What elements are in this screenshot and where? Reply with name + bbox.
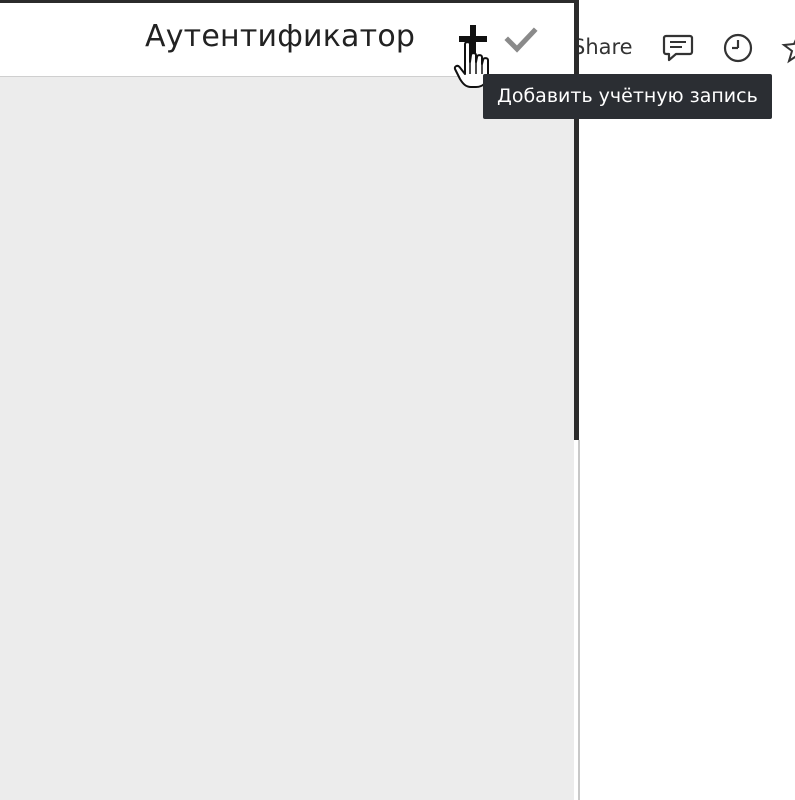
popup-title: Аутентификатор [145, 19, 416, 54]
screen: Share Аутентификатор Добавить учётную за… [0, 0, 795, 800]
popup-border-scrollbar [574, 0, 579, 440]
add-account-button[interactable] [455, 21, 491, 57]
divider [578, 440, 580, 800]
checkmark-icon [504, 27, 538, 53]
share-button[interactable]: Share [572, 35, 633, 59]
history-icon[interactable] [720, 30, 756, 66]
authenticator-popup: Аутентификатор [0, 0, 574, 800]
plus-icon [459, 25, 487, 53]
edit-done-button[interactable] [503, 23, 539, 57]
background-page: Share [572, 0, 795, 800]
popup-header: Аутентификатор [0, 3, 574, 77]
star-icon[interactable] [780, 30, 795, 66]
comment-icon[interactable] [660, 30, 696, 66]
add-account-tooltip: Добавить учётную запись [483, 74, 772, 119]
